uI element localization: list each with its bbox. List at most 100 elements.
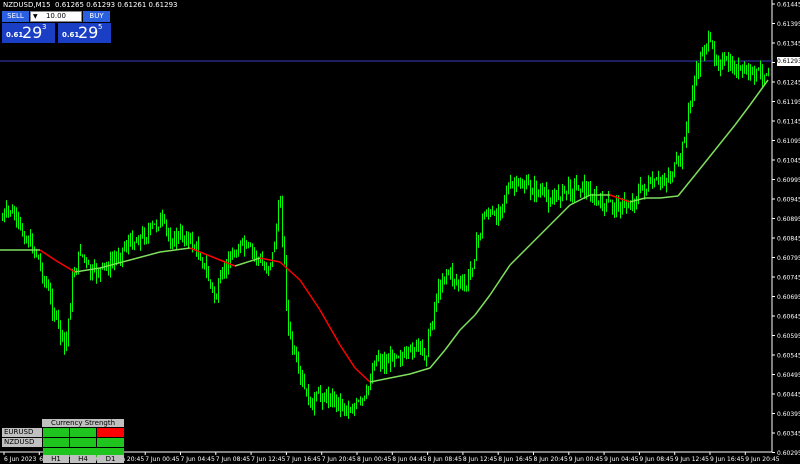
- buy-quote[interactable]: 0.61 29 5: [58, 23, 111, 43]
- price-tick-label: 0.61195: [777, 99, 800, 106]
- cs-cell-eurusd-d1: [97, 428, 124, 437]
- time-tick-label: 9 Jun 12:45: [675, 456, 709, 463]
- price-tick-label: 0.60645: [777, 314, 800, 321]
- price-tick-label: 0.60995: [777, 177, 800, 184]
- ma-segment: [159, 247, 191, 253]
- time-tick-label: 7 Jun 12:45: [251, 456, 285, 463]
- price-axis: 0.614450.613950.613450.612950.612450.611…: [772, 2, 800, 457]
- ma-segment: [279, 261, 301, 281]
- ma-segment: [749, 79, 769, 106]
- price-tick-label: 0.60595: [777, 333, 800, 340]
- symbol-header: NZDUSD,M15 0.61265 0.61293 0.61261 0.612…: [3, 1, 177, 9]
- ma-segment: [354, 367, 371, 383]
- ma-segment: [489, 264, 511, 296]
- cs-cell-nzdusd-h1: [43, 438, 69, 447]
- time-tick-label: 9 Jun 00:45: [569, 456, 603, 463]
- time-tick-label: 7 Jun 20:45: [322, 456, 356, 463]
- price-chart[interactable]: 0.614450.613950.613450.612950.612450.611…: [0, 0, 800, 464]
- current-price-tag: 0.61293: [777, 57, 800, 66]
- ma-segment: [714, 124, 736, 151]
- price-tick-label: 0.61245: [777, 80, 800, 87]
- buy-quote-big: 29: [78, 23, 99, 42]
- time-tick-label: 8 Jun 04:45: [392, 456, 426, 463]
- time-tick-label: 7 Jun 16:45: [286, 456, 320, 463]
- tf-d1-button[interactable]: D1: [97, 455, 124, 463]
- ma-segment: [319, 309, 341, 346]
- sell-quote-prefix: 0.61: [6, 31, 24, 39]
- ma-segment: [429, 349, 446, 369]
- moving-average: [0, 79, 769, 383]
- time-tick-label: 8 Jun 00:45: [357, 456, 391, 463]
- price-tick-label: 0.60845: [777, 236, 800, 243]
- cs-cell-eurusd-h1: [43, 428, 69, 437]
- price-tick-label: 0.61045: [777, 158, 800, 165]
- price-tick-label: 0.60345: [777, 431, 800, 438]
- sell-quote[interactable]: 0.61 29 3: [2, 23, 55, 43]
- tf-h4-button[interactable]: H4: [70, 455, 96, 463]
- time-tick-label: 7 Jun 08:45: [216, 456, 250, 463]
- price-tick-label: 0.60745: [777, 275, 800, 282]
- price-tick-label: 0.60395: [777, 411, 800, 418]
- time-tick-label: 7 Jun 00:45: [145, 456, 179, 463]
- ma-segment: [694, 149, 716, 176]
- ma-segment: [409, 367, 431, 375]
- one-click-trading-panel: SELL ▼ 10.00 BUY 0.61 29 3 0.61 29 5: [2, 11, 111, 43]
- time-tick-label: 8 Jun 16:45: [498, 456, 532, 463]
- ma-segment: [659, 195, 679, 199]
- time-tick-label: 8 Jun 08:45: [428, 456, 462, 463]
- ma-segment: [444, 329, 461, 351]
- ma-segment: [474, 294, 491, 316]
- ma-segment: [389, 373, 411, 379]
- price-tick-label: 0.61145: [777, 119, 800, 126]
- ma-segment: [339, 344, 356, 369]
- currency-strength-panel: Currency Strength EURUSD NZDUSD H1 H4 D1: [2, 419, 124, 463]
- sell-quote-sup: 3: [42, 23, 47, 31]
- price-tick-label: 0.61095: [777, 138, 800, 145]
- lot-size-field[interactable]: ▼ 10.00: [30, 11, 82, 22]
- price-tick-label: 0.60695: [777, 294, 800, 301]
- time-tick-label: 9 Jun 16:45: [710, 456, 744, 463]
- ma-segment: [39, 249, 56, 261]
- cs-row-nzdusd: NZDUSD: [2, 438, 42, 447]
- ma-segment: [459, 314, 476, 331]
- price-tick-label: 0.60545: [777, 353, 800, 360]
- ma-segment: [509, 244, 531, 266]
- buy-quote-prefix: 0.61: [62, 31, 80, 39]
- symbol-label: NZDUSD,M15: [3, 1, 51, 9]
- cs-cell-nzdusd-h4: [70, 438, 96, 447]
- lot-size-value: 10.00: [45, 12, 67, 20]
- price-tick-label: 0.60895: [777, 216, 800, 223]
- cs-cell-eurusd-h4: [70, 428, 96, 437]
- ohlc-values: 0.61265 0.61293 0.61261 0.61293: [55, 1, 178, 9]
- price-tick-label: 0.60295: [777, 450, 800, 457]
- price-tick-label: 0.60445: [777, 392, 800, 399]
- sell-quote-big: 29: [22, 23, 43, 42]
- candlesticks: [2, 30, 769, 419]
- time-tick-label: 8 Jun 12:45: [463, 456, 497, 463]
- ma-segment: [299, 279, 321, 311]
- price-tick-label: 0.61445: [777, 2, 800, 9]
- price-tick-label: 0.60795: [777, 255, 800, 262]
- price-tick-label: 0.61345: [777, 41, 800, 48]
- cs-row-eurusd: EURUSD: [2, 428, 42, 437]
- ma-segment: [129, 251, 161, 261]
- time-tick-label: 9 Jun 04:45: [604, 456, 638, 463]
- currency-strength-title: Currency Strength: [42, 419, 124, 427]
- buy-quote-sup: 5: [98, 23, 103, 31]
- ma-segment: [677, 174, 696, 197]
- time-tick-label: 9 Jun 08:45: [639, 456, 673, 463]
- cs-cell-nzdusd-d1: [97, 438, 124, 447]
- tf-h1-button[interactable]: H1: [43, 455, 69, 463]
- time-tick-label: 8 Jun 20:45: [534, 456, 568, 463]
- buy-button[interactable]: BUY: [83, 11, 110, 22]
- ma-segment: [529, 224, 551, 246]
- sell-button[interactable]: SELL: [2, 11, 29, 22]
- price-tick-label: 0.61395: [777, 21, 800, 28]
- ma-segment: [54, 259, 76, 273]
- time-tick-label: 9 Jun 20:45: [745, 456, 779, 463]
- price-tick-label: 0.60495: [777, 372, 800, 379]
- time-tick-label: 7 Jun 04:45: [181, 456, 215, 463]
- ma-segment: [734, 104, 751, 126]
- ma-segment: [549, 204, 571, 226]
- ma-segment: [189, 247, 216, 259]
